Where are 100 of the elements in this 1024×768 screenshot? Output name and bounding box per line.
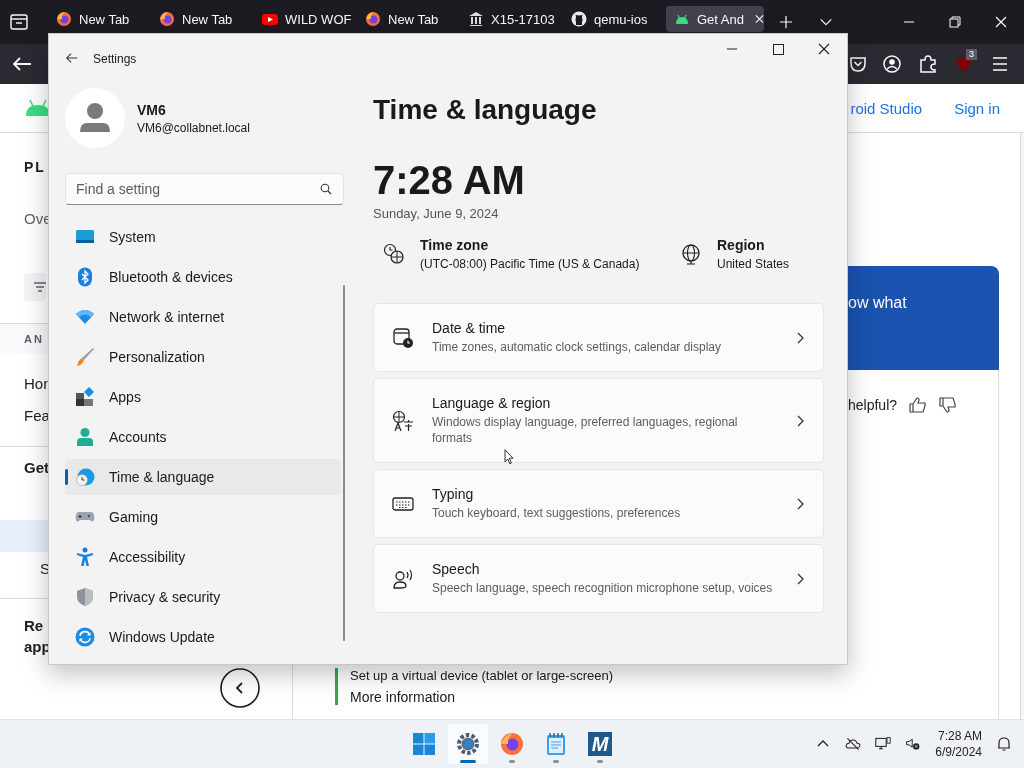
section-title: PL bbox=[24, 159, 46, 175]
current-date: Sunday, June 9, 2024 bbox=[373, 205, 500, 223]
info-value: United States bbox=[717, 257, 790, 271]
browser-tab[interactable]: New Tab bbox=[151, 6, 254, 32]
card-description: Windows display language, preferred languages, regional formats bbox=[432, 414, 739, 446]
group-label: AN bbox=[24, 332, 44, 345]
building-icon bbox=[468, 11, 484, 27]
thumbs-down-icon[interactable] bbox=[939, 396, 958, 414]
nav-heading: Re bbox=[24, 616, 44, 636]
chevron-right-icon bbox=[795, 496, 805, 511]
update-icon bbox=[75, 627, 95, 647]
bluetooth-icon bbox=[75, 267, 95, 287]
browser-tab[interactable]: Get And bbox=[666, 6, 764, 32]
browser-tab[interactable]: New Tab bbox=[357, 6, 460, 32]
info-label: Time zone bbox=[420, 237, 490, 253]
browser-tab[interactable]: WILD WOF bbox=[254, 6, 357, 32]
header-link[interactable]: roid Studio bbox=[850, 99, 923, 117]
nav-heading: Get bbox=[24, 459, 49, 476]
avatar-icon bbox=[65, 88, 125, 148]
nav-item[interactable]: Personalization bbox=[65, 339, 341, 375]
search-icon bbox=[320, 183, 332, 195]
nav-item[interactable]: Bluetooth & devices bbox=[65, 259, 341, 295]
search-field[interactable]: Find a setting bbox=[65, 173, 344, 205]
settings-card[interactable]: Typing Touch keyboard, text suggestions, preferences bbox=[373, 469, 824, 538]
network-icon[interactable] bbox=[875, 736, 892, 752]
window-title: Settings bbox=[93, 52, 137, 66]
notification-badge: 3 bbox=[966, 49, 977, 60]
fox-icon bbox=[500, 732, 524, 756]
cursor-icon bbox=[504, 449, 514, 465]
nav-item[interactable]: Apps bbox=[65, 379, 341, 415]
nav-item[interactable]: Accounts bbox=[65, 419, 341, 455]
thumbs-up-icon[interactable] bbox=[909, 396, 928, 414]
user-email: VM6@collabnet.local bbox=[137, 120, 250, 135]
shield-icon bbox=[956, 56, 972, 72]
chevron-right-icon bbox=[795, 330, 805, 345]
brush-icon bbox=[75, 347, 95, 367]
nav-item[interactable]: Privacy & security bbox=[65, 579, 341, 615]
taskbar-app[interactable]: M bbox=[580, 724, 620, 764]
notepad-icon bbox=[544, 732, 568, 756]
nav-item[interactable]: Gaming bbox=[65, 499, 341, 535]
clock[interactable]: 7:28 AM 6/9/2024 bbox=[935, 728, 982, 760]
fox-icon bbox=[159, 11, 175, 27]
taskbar-app[interactable] bbox=[448, 724, 488, 764]
current-time: 7:28 AM bbox=[373, 158, 526, 202]
shield-extension-button[interactable]: 3 bbox=[946, 46, 982, 82]
speaking-person-icon bbox=[392, 567, 414, 590]
more-information-link[interactable]: More information bbox=[350, 689, 848, 705]
card-title: Typing bbox=[432, 486, 475, 502]
nav-item[interactable]: Accessibility bbox=[65, 539, 341, 575]
volume-muted-icon[interactable] bbox=[905, 736, 922, 752]
new-tab-icon[interactable] bbox=[779, 15, 793, 29]
globe-icon bbox=[680, 243, 702, 265]
header-link[interactable]: Sign in bbox=[954, 99, 1000, 117]
nav-item[interactable]: System bbox=[65, 219, 341, 255]
browser-tab[interactable]: New Tab bbox=[48, 6, 151, 32]
nav-item[interactable]: Network & internet bbox=[65, 299, 341, 335]
clock-date: 6/9/2024 bbox=[935, 744, 982, 760]
windows-icon bbox=[412, 732, 436, 756]
card-description: Touch keyboard, text suggestions, preferences bbox=[432, 505, 682, 521]
browser-tab[interactable]: qemu-ios bbox=[563, 6, 666, 32]
filter-button[interactable] bbox=[24, 273, 46, 301]
gear-icon bbox=[456, 732, 480, 756]
banner-text: ow what bbox=[848, 294, 907, 311]
browser-tab[interactable]: X15-17103 bbox=[460, 6, 563, 32]
card-description: Time zones, automatic clock settings, calendar display bbox=[432, 339, 723, 355]
feedback-prompt: helpful? bbox=[848, 397, 898, 413]
cloud-off-icon[interactable] bbox=[845, 736, 862, 752]
scrollbar[interactable] bbox=[343, 285, 345, 641]
clock-globe-icon bbox=[383, 243, 405, 265]
fox-icon bbox=[56, 11, 72, 27]
globe-clock-icon bbox=[75, 467, 95, 487]
card-title: Speech bbox=[432, 561, 481, 577]
nav-item[interactable]: Windows Update bbox=[65, 619, 341, 655]
nav-item[interactable]: Time & language bbox=[65, 459, 341, 495]
person-icon bbox=[75, 427, 95, 447]
close-icon[interactable] bbox=[755, 14, 764, 24]
back-arrow-icon[interactable] bbox=[65, 51, 79, 65]
user-name: VM6 bbox=[137, 101, 167, 118]
bell-icon[interactable] bbox=[996, 736, 1012, 752]
note-text: Set up a virtual device (tablet or large-screen) bbox=[350, 668, 614, 683]
app-logo: M bbox=[588, 732, 612, 756]
chevron-right-icon bbox=[795, 571, 805, 586]
settings-card[interactable]: Speech Speech language, speech recognition microphone setup, voices bbox=[373, 544, 824, 613]
card-description: Speech language, speech recognition microphone setup, voices bbox=[432, 580, 774, 596]
page-title: Time & language bbox=[373, 93, 598, 127]
pocket-icon[interactable] bbox=[850, 56, 866, 72]
settings-card[interactable]: Date & time Time zones, automatic clock settings, calendar display bbox=[373, 303, 824, 372]
card-title: Language & region bbox=[432, 395, 552, 411]
collapse-button[interactable] bbox=[220, 668, 260, 708]
settings-card[interactable]: Language & region Windows display language, preferred languages, regional formats bbox=[373, 378, 824, 463]
filter-icon bbox=[34, 282, 46, 292]
chevron-right-icon bbox=[795, 413, 805, 428]
info-label: Region bbox=[717, 237, 766, 253]
clock-time: 7:28 AM bbox=[937, 728, 982, 744]
info-value: (UTC-08:00) Pacific Time (US & Canada) bbox=[420, 257, 640, 271]
apps-icon bbox=[75, 387, 95, 407]
card-title: Date & time bbox=[432, 320, 507, 336]
calendar-clock-icon bbox=[392, 326, 414, 349]
shield-icon bbox=[75, 587, 95, 607]
play-icon bbox=[262, 11, 278, 27]
